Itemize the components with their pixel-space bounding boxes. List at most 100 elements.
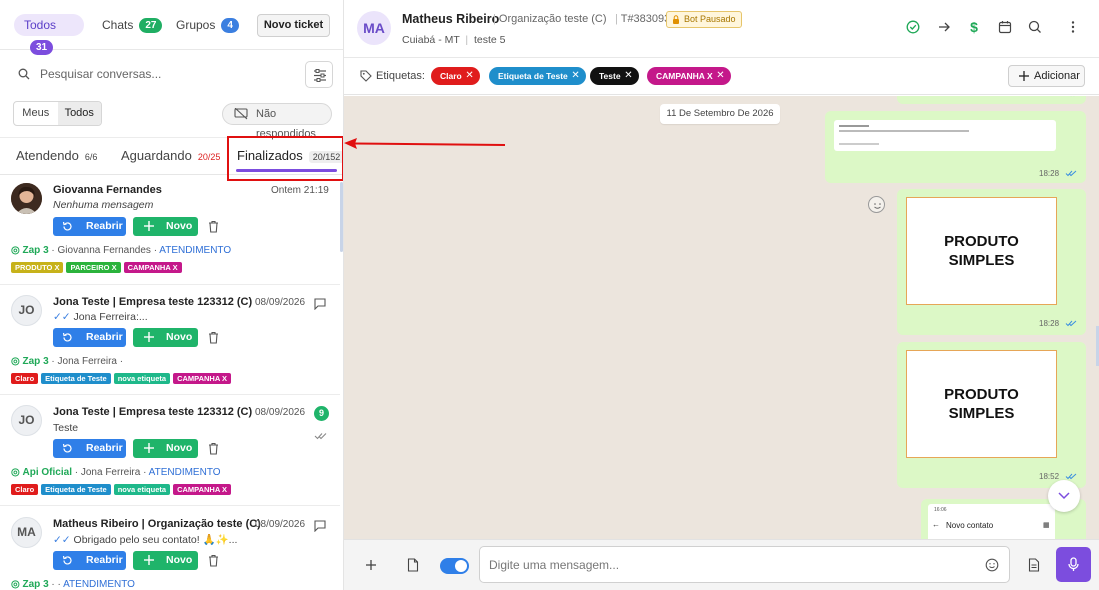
ticket-tags: Claro Etiqueta de Teste nova etiqueta CA… [11, 373, 232, 384]
plus-icon[interactable] [364, 558, 378, 572]
new-ticket-from-contact-button[interactable]: Novo [133, 439, 198, 458]
tab-grupos[interactable]: Grupos 4 [176, 14, 239, 36]
lock-icon [673, 15, 679, 24]
ticket-status: ATENDIMENTO [148, 467, 221, 478]
contact-name[interactable]: Matheus Ribeiro [402, 12, 499, 26]
reopen-button[interactable]: Reabrir [53, 439, 126, 458]
rotate-icon [62, 221, 72, 231]
rotate-icon [62, 443, 72, 453]
more-vertical-icon[interactable] [1065, 19, 1081, 35]
trash-icon[interactable] [208, 220, 219, 233]
avatar: JO [11, 405, 42, 436]
ticket-connection-line: ◎ Zap 3 · · ATENDIMENTO [11, 579, 135, 590]
scroll-to-bottom-button[interactable] [1048, 480, 1080, 512]
tag: Claro [11, 484, 39, 495]
contact-avatar[interactable]: MA [357, 11, 391, 45]
reopen-button[interactable]: Reabrir [53, 217, 126, 236]
unanswered-filter-button[interactable]: Não respondidos [222, 103, 332, 140]
message-input[interactable] [489, 556, 969, 574]
screenshot-preview[interactable]: 16:06 ← Novo contato ▦ [928, 504, 1055, 539]
remove-tag-icon[interactable]: ✕ [571, 67, 579, 85]
product-image[interactable]: PRODUTO SIMPLES [906, 350, 1057, 458]
plus-icon [1019, 71, 1029, 81]
trash-icon[interactable] [208, 331, 219, 344]
tag: nova etiqueta [113, 373, 171, 384]
rotate-icon [62, 332, 72, 342]
whatsapp-icon: ◎ [11, 245, 20, 256]
new-ticket-from-contact-button[interactable]: Novo [133, 217, 198, 236]
ticket-connection-line: ◎ Api Oficial · Jona Ferreira · ATENDIME… [11, 467, 221, 478]
plus-icon [144, 555, 154, 565]
trash-icon[interactable] [208, 554, 219, 567]
scope-toggle: Meus Todos [13, 101, 102, 126]
tag: PARCEIRO X [66, 262, 121, 273]
microphone-icon [1068, 557, 1079, 571]
calendar-icon[interactable] [997, 19, 1013, 35]
signature-toggle[interactable] [440, 558, 469, 574]
product-image[interactable]: PRODUTO SIMPLES [906, 197, 1057, 305]
tab-aguardando[interactable]: Aguardando 20/25 [121, 148, 220, 163]
scope-todos[interactable]: Todos [57, 102, 101, 125]
ticket-contact-name: Matheus Ribeiro | Organização teste (C) [53, 518, 261, 530]
ticket-item[interactable]: JO Jona Teste | Empresa teste 123312 (C)… [0, 395, 340, 506]
dollar-icon[interactable]: $ [966, 19, 982, 35]
record-audio-button[interactable] [1056, 547, 1091, 582]
search-icon[interactable] [1027, 19, 1043, 35]
message-bubble[interactable]: PRODUTO SIMPLES 18:28 [897, 189, 1086, 335]
message-composer [344, 539, 1099, 590]
ticket-status: ATENDIMENTO [159, 245, 232, 256]
double-check-icon [1065, 473, 1077, 480]
trash-icon[interactable] [208, 442, 219, 455]
avatar [11, 183, 42, 214]
new-ticket-button[interactable]: Novo ticket [257, 14, 330, 37]
ticket-time: Ontem 21:19 [271, 185, 329, 196]
tab-todos[interactable]: Todos31 [14, 14, 84, 55]
filter-button[interactable] [305, 61, 333, 88]
contact-tag[interactable]: Teste ✕ [590, 67, 639, 85]
document-icon[interactable] [407, 558, 419, 572]
remove-tag-icon[interactable]: ✕ [624, 67, 632, 85]
double-check-icon [314, 433, 327, 440]
ticket-time: 08/09/2026 [255, 407, 306, 418]
new-ticket-from-contact-button[interactable]: Novo [133, 551, 198, 570]
search-input[interactable] [40, 64, 290, 84]
ticket-contact-name: Jona Teste | Empresa teste 123312 (C) [53, 296, 253, 308]
tab-atendendo[interactable]: Atendendo 6/6 [16, 148, 97, 163]
check-circle-icon[interactable] [905, 19, 921, 35]
message-off-icon [234, 108, 248, 120]
double-check-icon [1065, 170, 1077, 177]
file-text-icon[interactable] [1028, 558, 1040, 572]
remove-tag-icon[interactable]: ✕ [716, 67, 724, 85]
ticket-list: Giovanna Fernandes Ontem 21:19 Nenhuma m… [0, 177, 340, 590]
emoji-icon[interactable] [985, 558, 999, 572]
reopen-button[interactable]: Reabrir [53, 328, 126, 347]
tab-chats[interactable]: Chats 27 [102, 14, 163, 36]
ticket-contact-name: Giovanna Fernandes [53, 184, 162, 196]
contact-tag[interactable]: CAMPANHA X ✕ [647, 67, 731, 85]
contact-tag[interactable]: Etiqueta de Teste ✕ [489, 67, 586, 85]
message-bubble[interactable] [897, 96, 1086, 104]
reopen-button[interactable]: Reabrir [53, 551, 126, 570]
remove-tag-icon[interactable]: ✕ [465, 67, 473, 85]
chat-bubble-icon[interactable] [314, 298, 326, 310]
double-check-icon: ✓✓ [53, 534, 71, 546]
ticket-last-message: ✓✓ Obrigado pelo seu contato! 🙏✨... [53, 534, 238, 546]
arrow-right-icon[interactable] [936, 19, 952, 35]
ticket-item[interactable]: JO Jona Teste | Empresa teste 123312 (C)… [0, 285, 340, 395]
tag-icon [360, 70, 372, 82]
whatsapp-icon: ◎ [11, 467, 20, 478]
ticket-item[interactable]: Giovanna Fernandes Ontem 21:19 Nenhuma m… [0, 177, 340, 285]
add-tag-button[interactable]: Adicionar [1008, 65, 1085, 87]
ticket-tags: Claro Etiqueta de Teste nova etiqueta CA… [11, 484, 232, 495]
contact-tag[interactable]: Claro ✕ [431, 67, 480, 85]
message-bubble[interactable]: 18:28 [825, 111, 1086, 183]
document-preview[interactable] [834, 120, 1056, 151]
scope-meus[interactable]: Meus [14, 102, 58, 125]
message-bubble[interactable]: PRODUTO SIMPLES 18:52 [897, 342, 1086, 488]
chat-bubble-icon[interactable] [314, 520, 326, 532]
new-ticket-from-contact-button[interactable]: Novo [133, 328, 198, 347]
ticket-item[interactable]: MA Matheus Ribeiro | Organização teste (… [0, 506, 340, 590]
channel-tabs: Todos31 Chats 27 Grupos 4 Novo ticket [0, 0, 343, 55]
list-scrollbar[interactable] [340, 182, 343, 252]
emoji-reaction-icon[interactable] [868, 196, 885, 213]
